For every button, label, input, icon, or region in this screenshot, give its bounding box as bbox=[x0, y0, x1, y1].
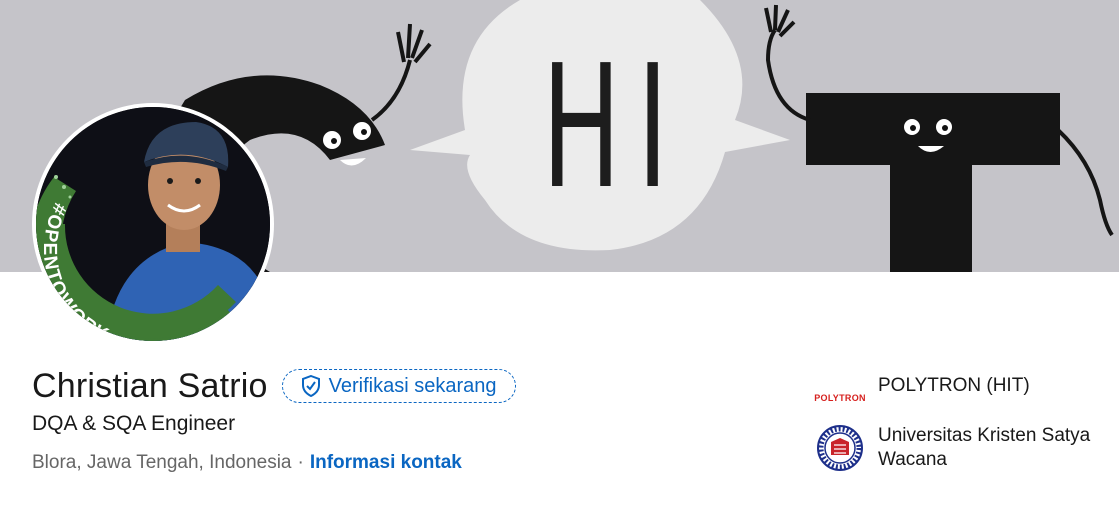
shield-check-icon bbox=[301, 375, 320, 397]
university-logo bbox=[816, 424, 864, 472]
university-seal-icon bbox=[817, 425, 863, 471]
verify-now-button[interactable]: Verifikasi sekarang bbox=[281, 369, 516, 403]
profile-headline: DQA & SQA Engineer bbox=[32, 412, 236, 435]
profile-photo-frame[interactable]: #OPENTOWORK bbox=[32, 103, 274, 345]
education-item[interactable]: Universitas Kristen Satya Wacana bbox=[816, 424, 1118, 472]
banner-hi-text: HI bbox=[541, 29, 685, 227]
verify-now-label: Verifikasi sekarang bbox=[328, 374, 497, 397]
education-name: Universitas Kristen Satya Wacana bbox=[878, 425, 1091, 470]
profile-location: Blora, Jawa Tengah, Indonesia bbox=[32, 452, 292, 473]
polytron-logo-text: POLYTRON bbox=[814, 393, 866, 403]
polytron-logo: POLYTRON bbox=[814, 374, 866, 422]
current-company-name: POLYTRON (HIT) bbox=[878, 375, 1030, 396]
profile-name: Christian Satrio bbox=[32, 366, 268, 405]
avatar[interactable]: #OPENTOWORK bbox=[36, 107, 270, 341]
location-row: Blora, Jawa Tengah, Indonesia · Informas… bbox=[32, 452, 462, 474]
open-to-work-ring: #OPENTOWORK bbox=[39, 200, 236, 341]
contact-info-link[interactable]: Informasi kontak bbox=[310, 452, 462, 474]
name-row: Christian Satrio Verifikasi sekarang bbox=[32, 364, 516, 408]
current-company-item[interactable]: POLYTRON POLYTRON (HIT) bbox=[814, 374, 1118, 422]
separator-dot: · bbox=[297, 452, 304, 473]
